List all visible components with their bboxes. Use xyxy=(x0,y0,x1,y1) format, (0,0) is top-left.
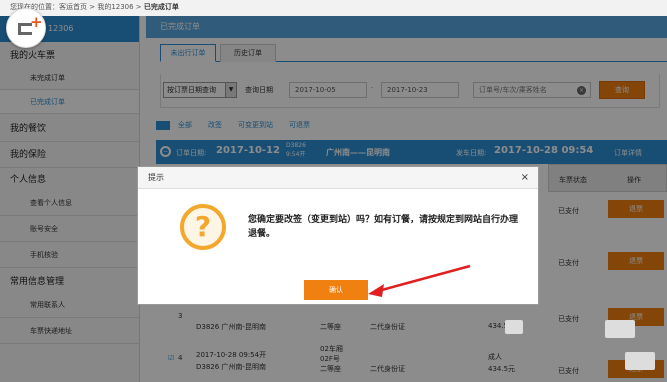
dialog-title: 提示 xyxy=(138,167,538,189)
blurred-region xyxy=(605,320,635,338)
close-icon[interactable]: × xyxy=(521,172,529,184)
dialog-message: 您确定要改签（变更到站）吗？如有订餐，请按规定到网站自行办理退餐。 xyxy=(248,215,519,239)
blurred-region xyxy=(505,320,523,334)
confirm-button[interactable]: 确认 xyxy=(304,280,368,300)
breadcrumb-current: 已完成订单 xyxy=(143,3,179,11)
question-icon: ? xyxy=(180,204,226,250)
breadcrumb: 您现在的位置：客运首页 > 我的12306 > 已完成订单 xyxy=(0,0,667,16)
app-logo-icon: + xyxy=(6,8,46,48)
confirm-dialog: 提示 × ? 您确定要改签（变更到站）吗？如有订餐，请按规定到网站自行办理退餐。… xyxy=(137,166,539,305)
blurred-region xyxy=(625,352,655,370)
